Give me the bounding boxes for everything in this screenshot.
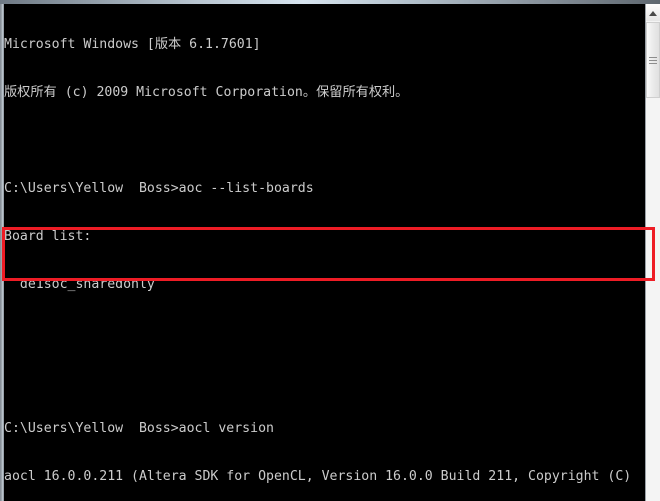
console-line-prompt: C:\Users\Yellow Boss>aocl version bbox=[4, 421, 274, 436]
scrollbar-grip-icon bbox=[649, 57, 657, 64]
command-prompt-window: Microsoft Windows [版本 6.1.7601] 版权所有 (c)… bbox=[0, 0, 660, 501]
console-line: Microsoft Windows [版本 6.1.7601] bbox=[4, 37, 261, 52]
console-output-area[interactable]: Microsoft Windows [版本 6.1.7601] 版权所有 (c)… bbox=[4, 4, 645, 501]
chevron-up-icon bbox=[649, 11, 657, 16]
console-line: 版权所有 (c) 2009 Microsoft Corporation。保留所有… bbox=[4, 85, 409, 100]
console-line: Board list: bbox=[4, 229, 92, 244]
scrollbar-thumb[interactable] bbox=[646, 22, 660, 98]
console-line: aocl 16.0.0.211 (Altera SDK for OpenCL, … bbox=[4, 469, 632, 484]
console-line-prompt: C:\Users\Yellow Boss>aoc --list-boards bbox=[4, 181, 314, 196]
console-line: de1soc_sharedonly bbox=[4, 277, 155, 292]
vertical-scrollbar[interactable] bbox=[645, 4, 660, 501]
scroll-up-button[interactable] bbox=[646, 4, 660, 21]
